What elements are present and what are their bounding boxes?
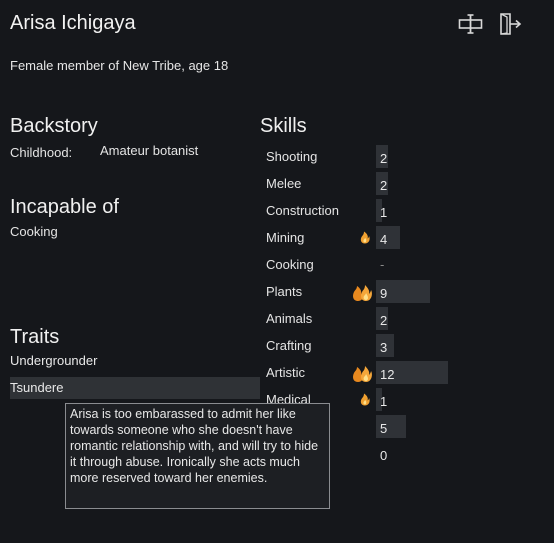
skill-label: Artistic [266,365,305,380]
passion-major-icon [352,363,374,386]
skill-value: 9 [380,286,388,301]
trait-item[interactable]: Tsundere [10,377,260,399]
skill-label: Melee [266,176,302,191]
childhood-label: Childhood: [10,145,73,160]
skill-value: - [380,257,385,272]
incapable-title: Incapable of [10,196,119,218]
skill-value: 1 [380,205,388,220]
backstory-title: Backstory [10,115,98,137]
childhood-value[interactable]: Amateur botanist [100,143,198,158]
rename-button[interactable] [458,12,484,36]
banish-button[interactable] [498,12,524,36]
rename-icon [458,14,483,34]
trait-tooltip: Arisa is too embarassed to admit her lik… [65,403,330,509]
skill-label: Animals [266,311,313,326]
skill-label: Cooking [266,257,314,272]
skill-value: 5 [380,421,388,436]
passion-major-icon [352,282,374,305]
skill-label: Mining [266,230,305,245]
skill-value: 0 [380,448,388,463]
passion-minor-icon [359,230,371,247]
skill-value: 2 [380,151,388,166]
traits-title: Traits [10,326,60,348]
skill-value: 2 [380,178,388,193]
character-name: Arisa Ichigaya [10,12,136,34]
banish-icon [500,13,522,35]
skills-title: Skills [260,115,307,137]
skill-value: 3 [380,340,388,355]
trait-item[interactable]: Undergrounder [10,350,260,372]
skill-value: 2 [380,313,388,328]
skill-label: Shooting [266,149,318,164]
skill-value: 1 [380,394,388,409]
incapable-item: Cooking [10,224,58,239]
skill-label: Crafting [266,338,312,353]
skill-label: Plants [266,284,303,299]
skill-label: Construction [266,203,339,218]
passion-minor-icon [359,392,371,409]
character-subtitle: Female member of New Tribe, age 18 [10,58,229,73]
skill-value: 4 [380,232,388,247]
skill-value: 12 [380,367,395,382]
